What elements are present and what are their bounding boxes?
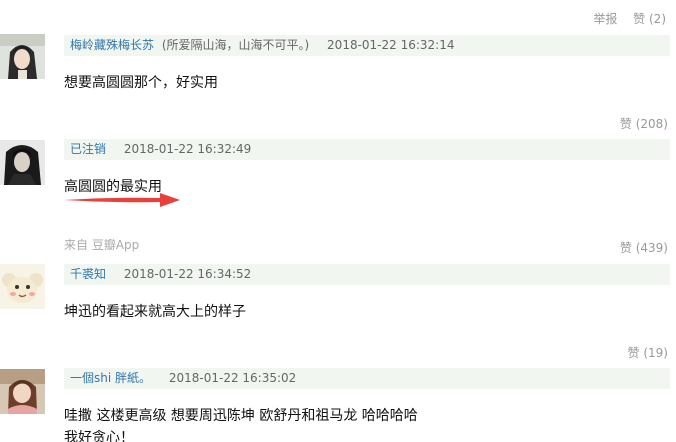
avatar-image (0, 369, 45, 414)
vote-label: 赞 (619, 117, 632, 131)
avatar-image (0, 264, 45, 309)
red-arrow-annotation-icon (64, 193, 180, 207)
comment-meta: 梅岭藏殊梅长苏 (所爱隔山海，山海不可平。) 2018-01-22 16:32:… (64, 35, 670, 56)
comment-time: 2018-01-22 16:32:14 (327, 38, 455, 52)
avatar-image (0, 140, 45, 185)
comment-time: 2018-01-22 16:34:52 (123, 267, 252, 281)
comment-text: 哇撒 这楼更高级 想要周迅陈坤 欧舒丹和祖马龙 哈哈哈哈 我好贪心！ (64, 405, 666, 442)
author-link[interactable]: 千裘知 (70, 267, 106, 281)
like-link[interactable]: 赞 (2) (633, 12, 666, 26)
like-label: 赞 (633, 12, 646, 26)
avatar[interactable] (0, 140, 45, 185)
like-count: (2) (649, 12, 666, 26)
author-link[interactable]: 已注销 (70, 142, 106, 156)
comment-time: 2018-01-22 16:32:49 (123, 142, 252, 156)
report-link[interactable]: 举报 (593, 12, 617, 26)
vote-button[interactable]: 赞 (19) (628, 344, 668, 361)
author-link[interactable]: 一個shi 胖紙。 (70, 371, 151, 385)
avatar[interactable] (0, 34, 45, 79)
vote-button[interactable]: 赞 (208) (620, 115, 668, 132)
comment-meta: 已注销 2018-01-22 16:32:49 (64, 139, 670, 160)
author-link[interactable]: 梅岭藏殊梅长苏 (70, 38, 154, 52)
author-signature: (所爱隔山海，山海不可平。) (161, 38, 310, 52)
avatar[interactable] (0, 264, 45, 309)
source-app-link[interactable]: 豆瓣App (92, 238, 139, 252)
vote-button[interactable]: 赞 (439) (620, 239, 668, 256)
vote-label: 赞 (619, 241, 632, 255)
source-prefix: 来自 (64, 238, 89, 252)
vote-count: (208) (635, 117, 668, 131)
comment-text: 坤迅的看起来就高大上的样子 (64, 304, 246, 320)
top-actions: 举报 赞 (2) (593, 10, 666, 27)
vote-count: (439) (635, 241, 668, 255)
comment-meta: 一個shi 胖紙。 2018-01-22 16:35:02 (64, 368, 670, 389)
comment-source: 来自 豆瓣App (64, 236, 139, 253)
avatar[interactable] (0, 369, 45, 414)
comment-text-line: 哇撒 这楼更高级 想要周迅陈坤 欧舒丹和祖马龙 哈哈哈哈 (64, 408, 418, 424)
comment-meta: 千裘知 2018-01-22 16:34:52 (64, 264, 670, 285)
comment-time: 2018-01-22 16:35:02 (168, 371, 297, 385)
vote-label: 赞 (627, 346, 640, 360)
comment-page: 举报 赞 (2) 梅岭藏殊梅长苏 (所爱隔山海，山海不可平。) 2018-01-… (0, 0, 676, 442)
vote-count: (19) (643, 346, 668, 360)
comment-text: 想要高圆圆那个，好实用 (64, 75, 218, 91)
comment-text-line: 我好贪心！ (64, 430, 134, 442)
avatar-image (0, 34, 45, 79)
